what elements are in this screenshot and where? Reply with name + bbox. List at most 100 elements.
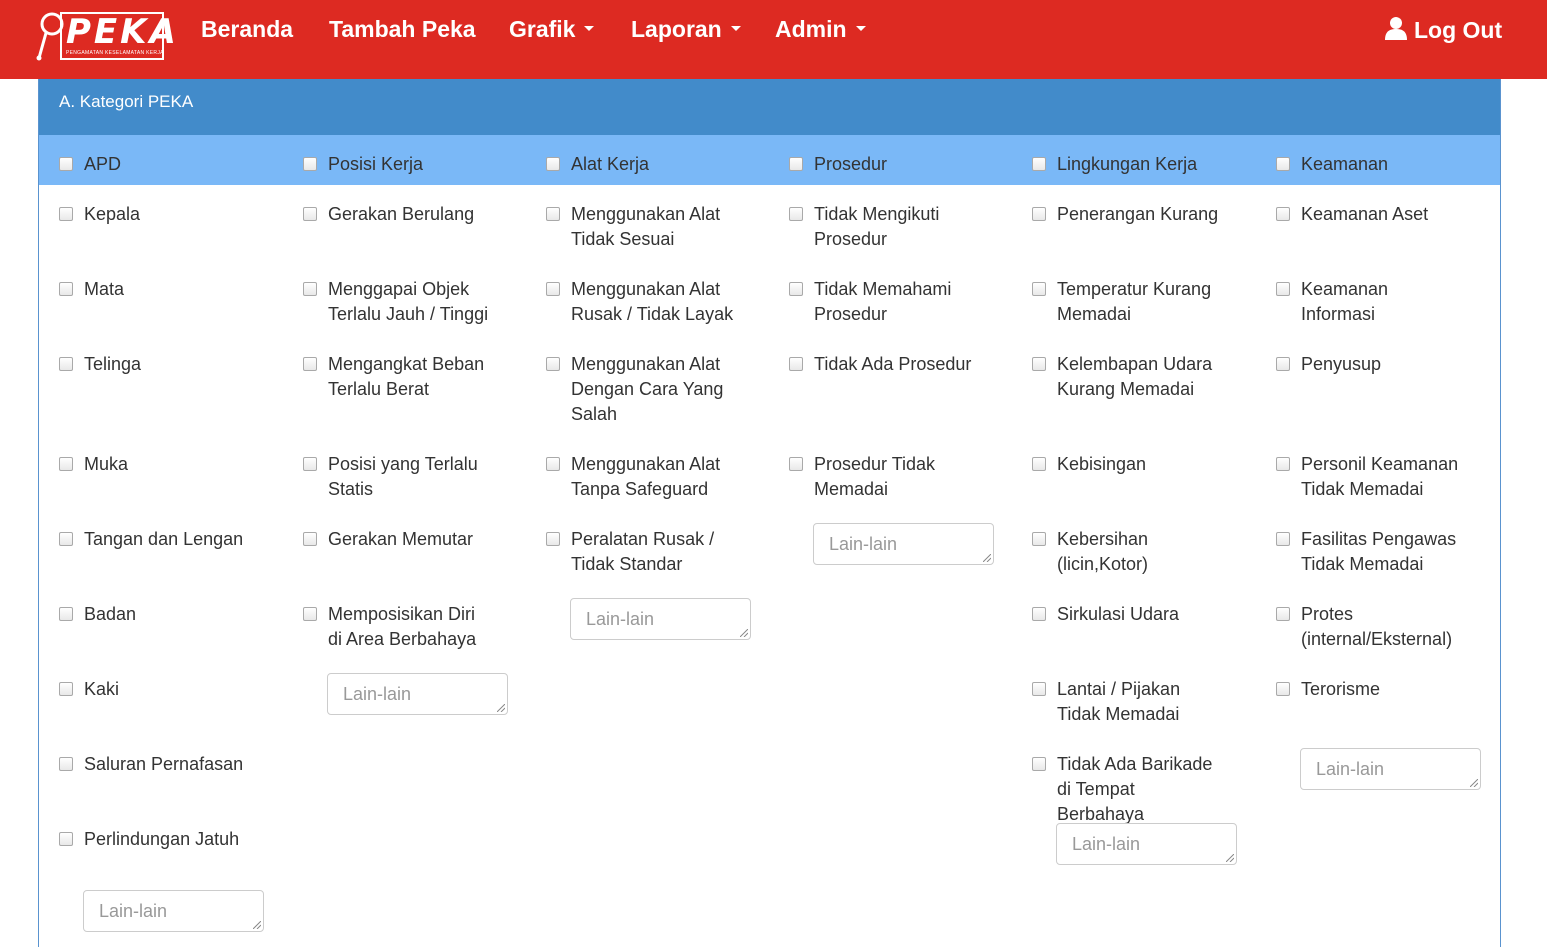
option-menggunakan-alat-dengan-cara-yang-salah[interactable]: Menggunakan Alat Dengan Cara Yang Salah xyxy=(546,352,736,427)
category-lingkungan-kerja-checkbox[interactable]: Lingkungan Kerja xyxy=(1032,152,1222,177)
option-personil-keamanan-tidak-memadai[interactable]: Personil Keamanan Tidak Memadai xyxy=(1276,452,1466,502)
option-tidak-ada-barikade-di-tempat-berbahaya[interactable]: Tidak Ada Barikade di Tempat Berbahaya xyxy=(1032,752,1222,827)
option-gerakan-berulang[interactable]: Gerakan Berulang xyxy=(303,202,493,227)
other-lingkungan-kerja-textarea[interactable]: Lain-lain xyxy=(1056,823,1237,865)
resize-handle-icon[interactable] xyxy=(740,629,748,637)
checkbox[interactable] xyxy=(303,357,317,371)
checkbox[interactable] xyxy=(59,207,73,221)
option-menggapai-objek-terlalu-jauh-tinggi[interactable]: Menggapai Objek Terlalu Jauh / Tinggi xyxy=(303,277,493,327)
checkbox[interactable] xyxy=(1032,207,1046,221)
option-tangan-dan-lengan[interactable]: Tangan dan Lengan xyxy=(59,527,249,552)
nav-grafik-dropdown[interactable]: Grafik xyxy=(509,15,595,43)
option-mata[interactable]: Mata xyxy=(59,277,249,302)
checkbox[interactable] xyxy=(1276,207,1290,221)
checkbox[interactable] xyxy=(546,282,560,296)
checkbox[interactable] xyxy=(59,457,73,471)
logout-button[interactable]: Log Out xyxy=(1384,16,1502,44)
checkbox[interactable] xyxy=(789,282,803,296)
option-saluran-pernafasan[interactable]: Saluran Pernafasan xyxy=(59,752,249,777)
resize-handle-icon[interactable] xyxy=(497,704,505,712)
option-muka[interactable]: Muka xyxy=(59,452,249,477)
resize-handle-icon[interactable] xyxy=(253,921,261,929)
checkbox[interactable] xyxy=(303,207,317,221)
option-terorisme[interactable]: Terorisme xyxy=(1276,677,1466,702)
resize-handle-icon[interactable] xyxy=(1226,854,1234,862)
checkbox[interactable] xyxy=(546,532,560,546)
checkbox[interactable] xyxy=(303,282,317,296)
checkbox[interactable] xyxy=(1032,357,1046,371)
option-lantai-pijakan-tidak-memadai[interactable]: Lantai / Pijakan Tidak Memadai xyxy=(1032,677,1222,727)
option-tidak-memahami-prosedur[interactable]: Tidak Memahami Prosedur xyxy=(789,277,979,327)
nav-beranda[interactable]: Beranda xyxy=(201,15,293,43)
checkbox[interactable] xyxy=(1032,157,1046,171)
option-tidak-mengikuti-prosedur[interactable]: Tidak Mengikuti Prosedur xyxy=(789,202,979,252)
checkbox[interactable] xyxy=(303,157,317,171)
category-keamanan-checkbox[interactable]: Keamanan xyxy=(1276,152,1466,177)
nav-laporan-dropdown[interactable]: Laporan xyxy=(631,15,741,43)
checkbox[interactable] xyxy=(1032,457,1046,471)
option-menggunakan-alat-tidak-sesuai[interactable]: Menggunakan Alat Tidak Sesuai xyxy=(546,202,736,252)
resize-handle-icon[interactable] xyxy=(1470,779,1478,787)
option-protes-internal-eksternal[interactable]: Protes (internal/Eksternal) xyxy=(1276,602,1466,652)
option-kaki[interactable]: Kaki xyxy=(59,677,249,702)
checkbox[interactable] xyxy=(59,682,73,696)
checkbox[interactable] xyxy=(546,457,560,471)
checkbox[interactable] xyxy=(303,607,317,621)
checkbox[interactable] xyxy=(1276,282,1290,296)
checkbox[interactable] xyxy=(1276,607,1290,621)
option-kebisingan[interactable]: Kebisingan xyxy=(1032,452,1222,477)
checkbox[interactable] xyxy=(303,532,317,546)
option-fasilitas-pengawas-tidak-memadai[interactable]: Fasilitas Pengawas Tidak Memadai xyxy=(1276,527,1466,577)
option-penyusup[interactable]: Penyusup xyxy=(1276,352,1466,377)
nav-tambah-peka[interactable]: Tambah Peka xyxy=(329,15,476,43)
checkbox[interactable] xyxy=(303,457,317,471)
category-apd-checkbox[interactable]: APD xyxy=(59,152,249,177)
checkbox[interactable] xyxy=(1032,757,1046,771)
checkbox[interactable] xyxy=(59,157,73,171)
checkbox[interactable] xyxy=(1276,157,1290,171)
checkbox[interactable] xyxy=(1032,282,1046,296)
resize-handle-icon[interactable] xyxy=(983,554,991,562)
option-keamanan-aset[interactable]: Keamanan Aset xyxy=(1276,202,1466,227)
checkbox[interactable] xyxy=(59,357,73,371)
option-gerakan-memutar[interactable]: Gerakan Memutar xyxy=(303,527,493,552)
other-alat-kerja-textarea[interactable]: Lain-lain xyxy=(570,598,751,640)
checkbox[interactable] xyxy=(1276,457,1290,471)
other-posisi-kerja-textarea[interactable]: Lain-lain xyxy=(327,673,508,715)
option-telinga[interactable]: Telinga xyxy=(59,352,249,377)
checkbox[interactable] xyxy=(546,207,560,221)
peka-logo[interactable]: PEKA PENGAMATAN KESELAMATAN KERJA xyxy=(36,10,176,62)
category-posisi-kerja-checkbox[interactable]: Posisi Kerja xyxy=(303,152,493,177)
option-peralatan-rusak-tidak-standar[interactable]: Peralatan Rusak / Tidak Standar xyxy=(546,527,736,577)
option-menggunakan-alat-rusak-tidak-layak[interactable]: Menggunakan Alat Rusak / Tidak Layak xyxy=(546,277,736,327)
checkbox[interactable] xyxy=(1276,682,1290,696)
option-keamanan-informasi[interactable]: Keamanan Informasi xyxy=(1276,277,1466,327)
checkbox[interactable] xyxy=(1276,357,1290,371)
nav-admin-dropdown[interactable]: Admin xyxy=(775,15,866,43)
option-memposisikan-diri-di-area-berbahaya[interactable]: Memposisikan Diri di Area Berbahaya xyxy=(303,602,493,652)
checkbox[interactable] xyxy=(59,832,73,846)
checkbox[interactable] xyxy=(1032,532,1046,546)
checkbox[interactable] xyxy=(1032,682,1046,696)
option-perlindungan-jatuh[interactable]: Perlindungan Jatuh xyxy=(59,827,249,852)
other-prosedur-textarea[interactable]: Lain-lain xyxy=(813,523,994,565)
checkbox[interactable] xyxy=(1276,532,1290,546)
option-kebersihan-licin-kotor[interactable]: Kebersihan (licin,Kotor) xyxy=(1032,527,1222,577)
option-menggunakan-alat-tanpa-safeguard[interactable]: Menggunakan Alat Tanpa Safeguard xyxy=(546,452,736,502)
option-sirkulasi-udara[interactable]: Sirkulasi Udara xyxy=(1032,602,1222,627)
checkbox[interactable] xyxy=(789,207,803,221)
other-keamanan-textarea[interactable]: Lain-lain xyxy=(1300,748,1481,790)
checkbox[interactable] xyxy=(789,357,803,371)
checkbox[interactable] xyxy=(59,282,73,296)
checkbox[interactable] xyxy=(546,157,560,171)
category-prosedur-checkbox[interactable]: Prosedur xyxy=(789,152,979,177)
checkbox[interactable] xyxy=(59,757,73,771)
option-mengangkat-beban-terlalu-berat[interactable]: Mengangkat Beban Terlalu Berat xyxy=(303,352,493,402)
checkbox[interactable] xyxy=(59,532,73,546)
option-temperatur-kurang-memadai[interactable]: Temperatur Kurang Memadai xyxy=(1032,277,1222,327)
checkbox[interactable] xyxy=(789,457,803,471)
category-alat-kerja-checkbox[interactable]: Alat Kerja xyxy=(546,152,736,177)
option-posisi-yang-terlalu-statis[interactable]: Posisi yang Terlalu Statis xyxy=(303,452,493,502)
option-badan[interactable]: Badan xyxy=(59,602,249,627)
option-tidak-ada-prosedur[interactable]: Tidak Ada Prosedur xyxy=(789,352,979,377)
